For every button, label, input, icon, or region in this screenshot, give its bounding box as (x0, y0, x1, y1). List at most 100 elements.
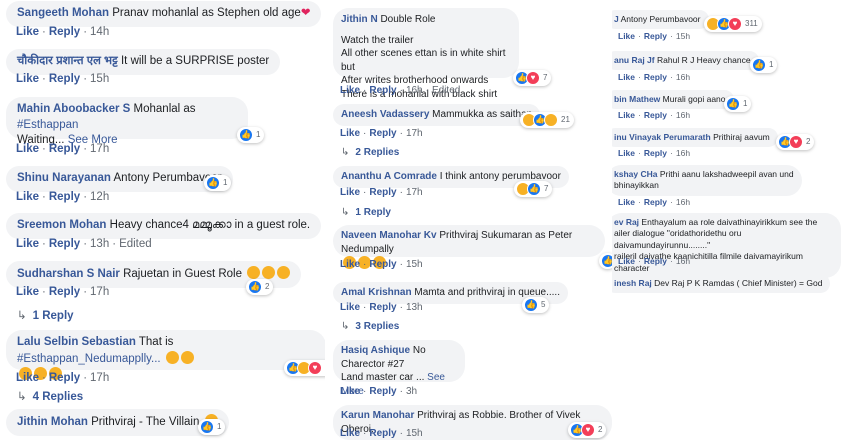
timestamp[interactable]: 17h (406, 187, 423, 198)
commenter-name[interactable]: Jithin N (341, 14, 378, 25)
reactions-summary[interactable]: 👍 (599, 253, 612, 269)
like-link[interactable]: Like (16, 73, 39, 85)
reply-link[interactable]: Reply (369, 128, 396, 139)
reply-link[interactable]: Reply (644, 72, 667, 82)
reply-link[interactable]: Reply (644, 256, 667, 266)
reactions-summary[interactable]: 👍 ♥ 2 (776, 134, 815, 150)
like-link[interactable]: Like (618, 110, 635, 120)
like-link[interactable]: Like (340, 128, 360, 139)
reactions-summary[interactable]: 👍♥3 (284, 360, 325, 376)
reply-link[interactable]: Reply (644, 31, 667, 41)
reactions-summary[interactable]: 👍 1 (237, 127, 265, 143)
timestamp[interactable]: 15h (676, 31, 690, 41)
reply-link[interactable]: Reply (369, 302, 396, 313)
timestamp[interactable]: 16h (676, 197, 690, 207)
commenter-name[interactable]: inesh Raj (614, 278, 652, 288)
commenter-name[interactable]: Naveen Manohar Kv (341, 230, 437, 241)
reply-link[interactable]: Reply (644, 110, 667, 120)
like-link[interactable]: Like (340, 428, 360, 439)
commenter-name[interactable]: चौकीदार प्रशान्त एल भट्ट (17, 55, 118, 67)
timestamp[interactable]: 16h (676, 110, 690, 120)
commenter-name[interactable]: Hasiq Ashique (341, 345, 410, 356)
commenter-name[interactable]: kshay CHa (614, 169, 657, 179)
timestamp[interactable]: 16h (676, 148, 690, 158)
timestamp[interactable]: 16h (676, 72, 690, 82)
like-link[interactable]: Like (16, 372, 39, 384)
reply-link[interactable]: Reply (49, 26, 80, 38)
timestamp[interactable]: 13h (90, 238, 109, 250)
reactions-summary[interactable]: 👍 1 (750, 57, 778, 73)
hashtag-link[interactable]: #Esthappan_Nedumapplly... (17, 353, 161, 365)
commenter-name[interactable]: Jithin Mohan (17, 416, 88, 428)
like-link[interactable]: Like (16, 191, 39, 203)
like-link[interactable]: Like (16, 26, 39, 38)
reactions-summary[interactable]: 👍 2 (246, 279, 274, 295)
timestamp[interactable]: 15h (406, 259, 423, 270)
view-replies-link[interactable]: ↳ 1 Reply (341, 207, 391, 218)
view-replies-link[interactable]: ↳ 2 Replies (341, 147, 399, 158)
timestamp[interactable]: 17h (406, 128, 423, 139)
reply-link[interactable]: Reply (369, 187, 396, 198)
timestamp[interactable]: 17h (90, 143, 109, 155)
reply-link[interactable]: Reply (49, 143, 80, 155)
like-link[interactable]: Like (16, 143, 39, 155)
timestamp[interactable]: 3h (406, 386, 417, 397)
hashtag-link[interactable]: #Esthappan (17, 119, 78, 131)
reply-link[interactable]: Reply (369, 259, 396, 270)
reactions-summary[interactable]: 👍 ♥ 2 (568, 422, 607, 438)
view-replies-link[interactable]: ↳ 3 Replies (341, 321, 399, 332)
like-link[interactable]: Like (618, 72, 635, 82)
reply-link[interactable]: Reply (49, 73, 80, 85)
timestamp[interactable]: 12h (90, 191, 109, 203)
like-link[interactable]: Like (618, 197, 635, 207)
timestamp[interactable]: 17h (90, 372, 109, 384)
timestamp[interactable]: 15h (406, 428, 423, 439)
edited-label[interactable]: Edited (119, 238, 152, 250)
commenter-name[interactable]: Ananthu A Comrade (341, 171, 437, 182)
commenter-name[interactable]: anu Raj Jf (614, 55, 655, 65)
like-link[interactable]: Like (340, 259, 360, 270)
like-link[interactable]: Like (16, 286, 39, 298)
commenter-name[interactable]: J (614, 14, 619, 24)
commenter-name[interactable]: Amal Krishnan (341, 287, 412, 298)
reply-link[interactable]: Reply (369, 428, 396, 439)
commenter-name[interactable]: Sangeeth Mohan (17, 7, 109, 19)
commenter-name[interactable]: Shinu Narayanan (17, 172, 111, 184)
commenter-name[interactable]: Aneesh Vadassery (341, 109, 429, 120)
timestamp[interactable]: 15h (90, 73, 109, 85)
reply-link[interactable]: Reply (49, 238, 80, 250)
like-link[interactable]: Like (340, 386, 360, 397)
reactions-summary[interactable]: 👍 1 (198, 419, 226, 435)
like-link[interactable]: Like (618, 148, 635, 158)
reply-link[interactable]: Reply (49, 286, 80, 298)
like-link[interactable]: Like (618, 256, 635, 266)
reactions-summary[interactable]: 👍 ♥ 7 (513, 70, 552, 86)
timestamp[interactable]: 16h (676, 256, 690, 266)
commenter-name[interactable]: Sudharshan S Nair (17, 268, 120, 280)
commenter-name[interactable]: inu Vinayak Perumarath (614, 132, 711, 142)
commenter-name[interactable]: ev Raj (614, 217, 639, 227)
reply-link[interactable]: Reply (644, 197, 667, 207)
commenter-name[interactable]: Karun Manohar (341, 410, 414, 421)
view-replies-link[interactable]: ↳ 4 Replies (17, 389, 83, 403)
reactions-summary[interactable]: 👍 ♥ 311 (704, 16, 762, 32)
edited-label[interactable]: Edited (432, 85, 460, 96)
view-replies-link[interactable]: ↳ 1 Reply (17, 308, 74, 322)
timestamp[interactable]: 13h (406, 302, 423, 313)
reactions-summary[interactable]: 👍 5 (522, 297, 550, 313)
reply-link[interactable]: Reply (369, 85, 396, 96)
commenter-name[interactable]: Sreemon Mohan (17, 219, 106, 231)
timestamp[interactable]: 14h (90, 26, 109, 38)
commenter-name[interactable]: Mahin Aboobacker S (17, 103, 130, 115)
reply-link[interactable]: Reply (644, 148, 667, 158)
reactions-summary[interactable]: 👍 21 (520, 112, 574, 128)
commenter-name[interactable]: bin Mathew (614, 94, 660, 104)
reply-link[interactable]: Reply (49, 372, 80, 384)
like-link[interactable]: Like (618, 31, 635, 41)
like-link[interactable]: Like (340, 187, 360, 198)
like-link[interactable]: Like (16, 238, 39, 250)
reactions-summary[interactable]: 👍 7 (514, 181, 553, 197)
commenter-name[interactable]: Lalu Selbin Sebastian (17, 336, 136, 348)
reactions-summary[interactable]: 👍 1 (204, 175, 232, 191)
timestamp[interactable]: 16h (406, 85, 423, 96)
